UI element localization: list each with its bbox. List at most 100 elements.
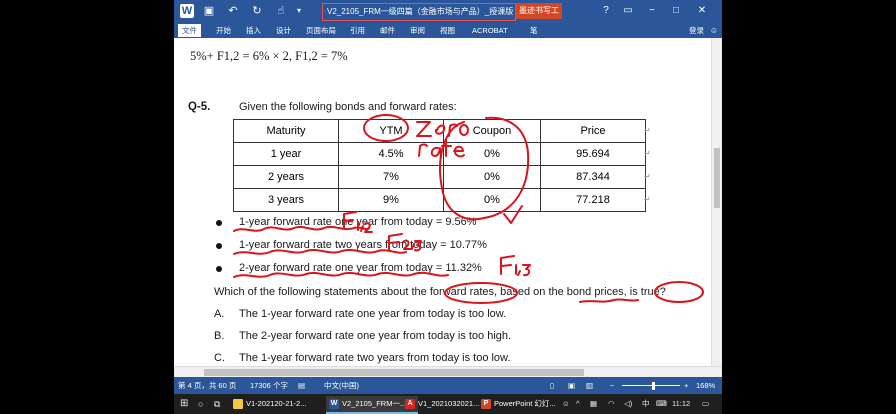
question-statement: Which of the following statements about … <box>214 286 666 298</box>
read-mode-icon[interactable]: ▯ <box>550 377 554 394</box>
zoom-out-icon[interactable]: − <box>610 377 614 394</box>
cell-maturity: 1 year <box>233 142 339 166</box>
table-row: 2 years 7% 0% 87.344 <box>233 165 646 189</box>
ime-indicator[interactable]: 中 <box>642 394 650 414</box>
option-text: The 1-year forward rate one year from to… <box>239 308 507 320</box>
tab-pen[interactable]: 笔 <box>530 24 538 37</box>
taskbar-item-label: V2_2105_FRM一... <box>342 399 407 408</box>
ink-text <box>500 255 515 275</box>
word-count[interactable]: 17306 个字 <box>250 377 288 394</box>
folder-icon <box>233 399 243 409</box>
option-letter: C. <box>214 352 225 364</box>
vertical-scrollbar[interactable] <box>711 38 722 366</box>
taskbar-item-label: PowerPoint 幻灯... <box>494 399 556 408</box>
tab-view[interactable]: 视图 <box>440 24 455 37</box>
cell-price: 77.218 <box>540 188 646 212</box>
network-icon[interactable]: ▦ <box>590 394 597 414</box>
end-of-row-mark: ↵ <box>644 195 651 204</box>
keyboard-icon[interactable]: ⌨ <box>656 394 667 414</box>
show-hidden-icons-icon[interactable]: ^ <box>576 394 580 414</box>
qat-customize-icon[interactable]: ▾ <box>292 4 306 18</box>
undo-icon[interactable]: ↶ <box>226 4 240 18</box>
ink-text <box>515 264 531 277</box>
cell-maturity: 2 years <box>233 165 339 189</box>
redo-icon[interactable]: ↻ <box>250 4 264 18</box>
print-layout-icon[interactable]: ▣ <box>568 377 575 394</box>
tab-review[interactable]: 审阅 <box>410 24 425 37</box>
powerpoint-icon: P <box>481 399 491 409</box>
bullet-item: 1-year forward rate one year from today … <box>239 216 477 228</box>
taskbar-item-powerpoint[interactable]: P PowerPoint 幻灯... <box>478 396 574 412</box>
word-logo-icon: W <box>180 4 194 18</box>
cell-coupon: 0% <box>443 165 541 189</box>
question-intro: Given the following bonds and forward ra… <box>239 101 457 113</box>
tab-layout[interactable]: 页面布局 <box>306 24 336 37</box>
ribbon-display-options-icon[interactable]: ▭ <box>620 3 636 19</box>
zoom-slider[interactable] <box>622 385 680 386</box>
title-bar: W ▣ ↶ ↻ ☝ ▾ V2_2105_FRM一级四篇（金融市场与产品）_授课版… <box>174 0 722 31</box>
login-link[interactable]: 登录 <box>689 24 704 37</box>
tab-insert[interactable]: 插入 <box>246 24 261 37</box>
tab-acrobat[interactable]: ACROBAT <box>472 24 508 37</box>
taskbar-item-label: V1-202120-21-2... <box>246 399 307 408</box>
people-icon[interactable]: ☺ <box>562 394 570 414</box>
bullet-dot <box>216 243 222 249</box>
word-icon: W <box>329 399 339 409</box>
minimize-button[interactable]: − <box>644 3 660 19</box>
wifi-icon[interactable]: ◠ <box>608 394 615 414</box>
zoom-slider-knob[interactable] <box>652 382 655 390</box>
ink-tools-context-tab[interactable]: 墨迹书写工具 <box>516 3 562 31</box>
page-count[interactable]: 第 4 页，共 60 页 <box>178 377 236 394</box>
status-bar: 第 4 页，共 60 页 17306 个字 ▤ 中文(中国) ▯ ▣ ▥ − +… <box>174 377 722 394</box>
taskbar: ⊞ ○ ⧉ V1-202120-21-2... W V2_2105_FRM一..… <box>174 394 722 414</box>
taskbar-item-explorer[interactable]: V1-202120-21-2... <box>230 396 338 412</box>
user-icon[interactable]: ☺ <box>710 24 718 37</box>
cell-ytm: 4.5% <box>338 142 444 166</box>
cell-ytm: 7% <box>338 165 444 189</box>
bonds-table: Maturity YTM Coupon Price 1 year 4.5% 0%… <box>233 119 646 212</box>
windows-start-icon[interactable]: ⊞ <box>180 394 188 414</box>
tab-file[interactable]: 文件 <box>178 24 201 37</box>
option-text: The 2-year forward rate one year from to… <box>239 330 512 342</box>
cell-maturity: 3 years <box>233 188 339 212</box>
zoom-in-icon[interactable]: + <box>684 377 688 394</box>
header-price: Price <box>540 119 646 143</box>
close-button[interactable]: ✕ <box>694 3 710 19</box>
word-window: W ▣ ↶ ↻ ☝ ▾ V2_2105_FRM一级四篇（金融市场与产品）_授课版… <box>174 0 722 414</box>
end-of-row-mark: ↵ <box>644 126 651 135</box>
help-button[interactable]: ? <box>598 3 614 19</box>
web-layout-icon[interactable]: ▥ <box>586 377 593 394</box>
ribbon-tabs: 文件 开始 插入 设计 页面布局 引用 邮件 审阅 视图 ACROBAT 笔 登… <box>174 22 722 38</box>
document-title: V2_2105_FRM一级四篇（金融市场与产品）_授课版 - Micro... <box>322 3 516 21</box>
vertical-scroll-thumb[interactable] <box>714 148 720 208</box>
tab-design[interactable]: 设计 <box>276 24 291 37</box>
task-view-icon[interactable]: ⧉ <box>214 394 220 414</box>
bullet-dot <box>216 266 222 272</box>
language[interactable]: 中文(中国) <box>324 377 359 394</box>
horizontal-scroll-thumb[interactable] <box>204 369 584 376</box>
tab-references[interactable]: 引用 <box>350 24 365 37</box>
header-maturity: Maturity <box>233 119 339 143</box>
search-icon[interactable]: ○ <box>198 394 203 414</box>
tab-mailings[interactable]: 邮件 <box>380 24 395 37</box>
header-ytm: YTM <box>338 119 444 143</box>
pdf-icon: A <box>405 399 415 409</box>
end-of-row-mark: ↵ <box>644 149 651 158</box>
table-row: 1 year 4.5% 0% 95.694 <box>233 142 646 166</box>
volume-icon[interactable]: ◁) <box>624 394 632 414</box>
taskbar-item-label: V1_2021032021... <box>418 399 480 408</box>
ink-underline <box>579 298 639 303</box>
proofing-icon[interactable]: ▤ <box>298 377 305 394</box>
formula-line: 5%+ F1,2 = 6% × 2, F1,2 = 7% <box>190 49 348 63</box>
cell-coupon: 0% <box>443 142 541 166</box>
cell-ytm: 9% <box>338 188 444 212</box>
zoom-level[interactable]: 168% <box>696 377 715 394</box>
touch-mode-icon[interactable]: ☝ <box>274 4 288 18</box>
bullet-item: 2-year forward rate one year from today … <box>239 262 482 274</box>
restore-button[interactable]: □ <box>668 3 684 19</box>
clock-time[interactable]: 11:12 <box>672 394 690 414</box>
tab-home[interactable]: 开始 <box>216 24 231 37</box>
notifications-icon[interactable]: ▭ <box>702 394 709 414</box>
save-icon[interactable]: ▣ <box>202 4 216 18</box>
document-page[interactable]: 5%+ F1,2 = 6% × 2, F1,2 = 7% Q-5. Given … <box>174 38 722 366</box>
